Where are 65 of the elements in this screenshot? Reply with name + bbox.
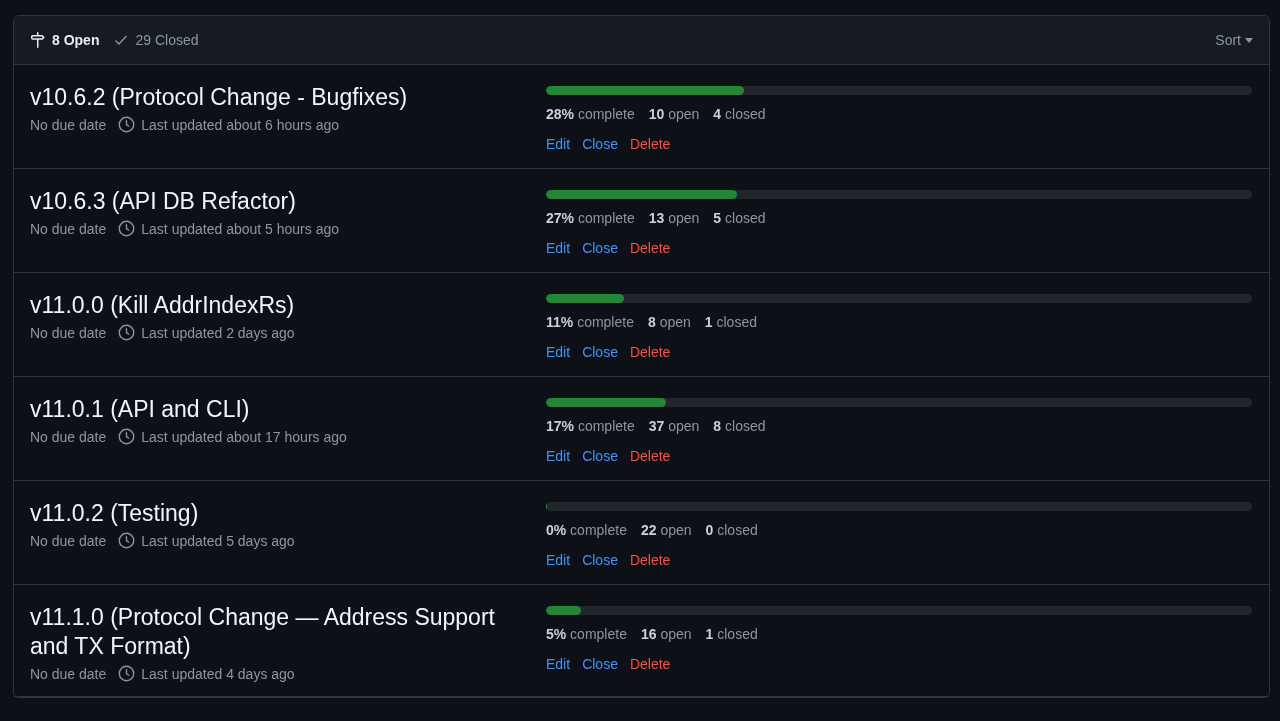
edit-link[interactable]: Edit (546, 654, 571, 674)
due-date: No due date (30, 220, 107, 237)
clock-icon (118, 324, 136, 341)
last-updated: Last updated about 6 hours ago (141, 116, 339, 133)
milestone-title[interactable]: v11.0.0 (Kill AddrIndexRs) (30, 289, 530, 320)
milestone-stat: 28% complete (546, 105, 635, 124)
clock-icon (118, 428, 136, 445)
due-date: No due date (30, 665, 107, 682)
close-link[interactable]: Close (582, 134, 618, 154)
clock-icon (118, 532, 136, 549)
last-updated: Last updated about 5 hours ago (141, 220, 339, 237)
milestone-stat: 37 open (648, 417, 700, 436)
delete-link[interactable]: Delete (629, 134, 671, 154)
milestone-stat: 5% complete (546, 625, 627, 644)
milestone-stat: 0% complete (546, 521, 627, 540)
edit-link[interactable]: Edit (546, 446, 571, 466)
last-updated: Last updated 4 days ago (141, 665, 295, 682)
milestone-title[interactable]: v11.0.2 (Testing) (30, 497, 530, 528)
milestone-stat: 16 open (640, 625, 692, 644)
delete-link[interactable]: Delete (629, 238, 671, 258)
milestone-stat: 10 open (648, 105, 700, 124)
milestone-stat: 8 open (647, 313, 691, 332)
caret-icon (1245, 37, 1253, 43)
due-date: No due date (30, 532, 107, 549)
delete-link[interactable]: Delete (629, 446, 671, 466)
clock-icon (118, 220, 136, 237)
milestone-stat: 0 closed (705, 521, 758, 540)
milestone-title[interactable]: v11.0.1 (API and CLI) (30, 393, 530, 424)
milestone-stat: 11% complete (546, 313, 634, 332)
close-link[interactable]: Close (582, 342, 618, 362)
edit-link[interactable]: Edit (546, 550, 571, 570)
delete-link[interactable]: Delete (629, 654, 671, 674)
signpost-icon (30, 32, 46, 48)
last-updated: Last updated about 17 hours ago (141, 428, 347, 445)
sort-dropdown[interactable]: Sort (1215, 32, 1253, 48)
due-date: No due date (30, 324, 107, 341)
milestone-stat: 1 closed (705, 625, 758, 644)
edit-link[interactable]: Edit (546, 134, 571, 154)
milestone-stat: 1 closed (704, 313, 757, 332)
close-link[interactable]: Close (582, 654, 618, 674)
edit-link[interactable]: Edit (546, 342, 571, 362)
milestone-title[interactable]: v11.1.0 (Protocol Change — Address Support and TX Format) (30, 601, 530, 661)
due-date: No due date (30, 428, 107, 445)
edit-link[interactable]: Edit (546, 238, 571, 258)
delete-link[interactable]: Delete (629, 342, 671, 362)
last-updated: Last updated 5 days ago (141, 532, 295, 549)
filter-tab[interactable]: 8 Open (30, 32, 100, 48)
filter-tab[interactable]: 29 Closed (113, 32, 199, 48)
milestone-stat: 8 closed (713, 417, 766, 436)
close-link[interactable]: Close (582, 550, 618, 570)
close-link[interactable]: Close (582, 446, 618, 466)
delete-link[interactable]: Delete (629, 550, 671, 570)
clock-icon (118, 116, 136, 133)
clock-icon (118, 665, 136, 682)
milestone-stat: 22 open (640, 521, 692, 540)
due-date: No due date (30, 116, 107, 133)
milestone-stat: 5 closed (713, 209, 766, 228)
milestone-stat: 13 open (648, 209, 700, 228)
milestone-title[interactable]: v10.6.2 (Protocol Change - Bugfixes) (30, 81, 530, 112)
milestone-stat: 27% complete (546, 209, 635, 228)
milestone-stat: 4 closed (713, 105, 766, 124)
milestone-title[interactable]: v10.6.3 (API DB Refactor) (30, 185, 530, 216)
close-link[interactable]: Close (582, 238, 618, 258)
last-updated: Last updated 2 days ago (141, 324, 295, 341)
milestone-stat: 17% complete (546, 417, 635, 436)
